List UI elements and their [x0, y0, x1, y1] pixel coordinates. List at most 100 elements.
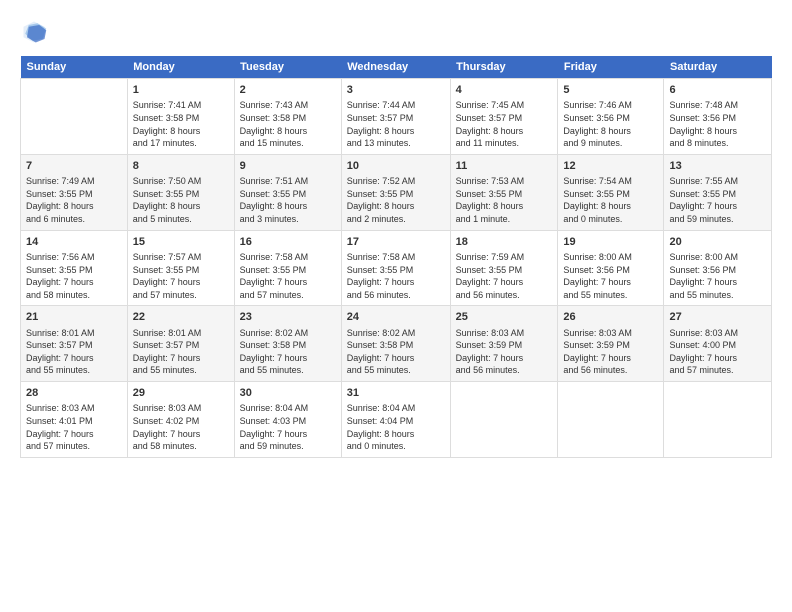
day-number: 3 — [347, 83, 445, 98]
day-number: 24 — [347, 310, 445, 325]
day-info: Sunrise: 8:03 AM Sunset: 3:59 PM Dayligh… — [563, 327, 658, 377]
calendar-row: 1Sunrise: 7:41 AM Sunset: 3:58 PM Daylig… — [21, 79, 772, 155]
calendar-cell: 11Sunrise: 7:53 AM Sunset: 3:55 PM Dayli… — [450, 154, 558, 230]
day-info: Sunrise: 8:02 AM Sunset: 3:58 PM Dayligh… — [240, 327, 336, 377]
calendar-cell: 27 Sunrise: 8:03 AM Sunset: 4:00 PM Dayli… — [664, 306, 772, 382]
day-number: 14 — [26, 235, 122, 250]
day-number: 22 — [133, 310, 229, 325]
calendar-table: SundayMondayTuesdayWednesdayThursdayFrid… — [20, 56, 772, 458]
day-number: 31 — [347, 386, 445, 401]
day-number: 5 — [563, 83, 658, 98]
day-info: Sunrise: 8:00 AM Sunset: 3:56 PM Dayligh… — [669, 251, 766, 301]
day-info: Sunrise: 7:53 AM Sunset: 3:55 PM Dayligh… — [456, 175, 553, 225]
calendar-cell — [450, 382, 558, 458]
calendar-row: 7Sunrise: 7:49 AM Sunset: 3:55 PM Daylig… — [21, 154, 772, 230]
day-info: Sunrise: 7:56 AM Sunset: 3:55 PM Dayligh… — [26, 251, 122, 301]
day-number: 25 — [456, 310, 553, 325]
col-header-wednesday: Wednesday — [341, 56, 450, 79]
calendar-row: 28Sunrise: 8:03 AM Sunset: 4:01 PM Dayli… — [21, 382, 772, 458]
page: SundayMondayTuesdayWednesdayThursdayFrid… — [0, 0, 792, 612]
calendar-cell: 24 Sunrise: 8:02 AM Sunset: 3:58 PM Dayli… — [341, 306, 450, 382]
day-info: Sunrise: 8:04 AM Sunset: 4:03 PM Dayligh… — [240, 402, 336, 452]
calendar-cell: 29Sunrise: 8:03 AM Sunset: 4:02 PM Dayli… — [127, 382, 234, 458]
calendar-cell: 31Sunrise: 8:04 AM Sunset: 4:04 PM Dayli… — [341, 382, 450, 458]
day-info: Sunrise: 7:52 AM Sunset: 3:55 PM Dayligh… — [347, 175, 445, 225]
day-info: Sunrise: 8:03 AM Sunset: 3:59 PM Dayligh… — [456, 327, 553, 377]
calendar-cell: 7Sunrise: 7:49 AM Sunset: 3:55 PM Daylig… — [21, 154, 128, 230]
col-header-sunday: Sunday — [21, 56, 128, 79]
calendar-row: 21 Sunrise: 8:01 AM Sunset: 3:57 PM Dayli… — [21, 306, 772, 382]
calendar-cell: 25 Sunrise: 8:03 AM Sunset: 3:59 PM Dayli… — [450, 306, 558, 382]
calendar-row: 14Sunrise: 7:56 AM Sunset: 3:55 PM Dayli… — [21, 230, 772, 306]
col-header-tuesday: Tuesday — [234, 56, 341, 79]
day-number: 11 — [456, 159, 553, 174]
day-info: Sunrise: 7:48 AM Sunset: 3:56 PM Dayligh… — [669, 99, 766, 149]
day-number: 21 — [26, 310, 122, 325]
calendar-cell: 12Sunrise: 7:54 AM Sunset: 3:55 PM Dayli… — [558, 154, 664, 230]
calendar-cell: 19Sunrise: 8:00 AM Sunset: 3:56 PM Dayli… — [558, 230, 664, 306]
day-info: Sunrise: 7:59 AM Sunset: 3:55 PM Dayligh… — [456, 251, 553, 301]
calendar-cell: 10Sunrise: 7:52 AM Sunset: 3:55 PM Dayli… — [341, 154, 450, 230]
calendar-cell — [558, 382, 664, 458]
calendar-cell — [664, 382, 772, 458]
day-info: Sunrise: 8:03 AM Sunset: 4:00 PM Dayligh… — [669, 327, 766, 377]
day-info: Sunrise: 7:43 AM Sunset: 3:58 PM Dayligh… — [240, 99, 336, 149]
calendar-cell: 18Sunrise: 7:59 AM Sunset: 3:55 PM Dayli… — [450, 230, 558, 306]
day-number: 7 — [26, 159, 122, 174]
day-number: 8 — [133, 159, 229, 174]
day-info: Sunrise: 7:54 AM Sunset: 3:55 PM Dayligh… — [563, 175, 658, 225]
day-info: Sunrise: 8:03 AM Sunset: 4:01 PM Dayligh… — [26, 402, 122, 452]
day-number: 4 — [456, 83, 553, 98]
day-number: 13 — [669, 159, 766, 174]
calendar-cell: 26 Sunrise: 8:03 AM Sunset: 3:59 PM Dayli… — [558, 306, 664, 382]
calendar-cell: 28Sunrise: 8:03 AM Sunset: 4:01 PM Dayli… — [21, 382, 128, 458]
day-info: Sunrise: 7:41 AM Sunset: 3:58 PM Dayligh… — [133, 99, 229, 149]
col-header-thursday: Thursday — [450, 56, 558, 79]
day-info: Sunrise: 8:00 AM Sunset: 3:56 PM Dayligh… — [563, 251, 658, 301]
day-info: Sunrise: 7:46 AM Sunset: 3:56 PM Dayligh… — [563, 99, 658, 149]
day-info: Sunrise: 7:49 AM Sunset: 3:55 PM Dayligh… — [26, 175, 122, 225]
day-info: Sunrise: 8:01 AM Sunset: 3:57 PM Dayligh… — [133, 327, 229, 377]
day-number: 23 — [240, 310, 336, 325]
calendar-cell: 21 Sunrise: 8:01 AM Sunset: 3:57 PM Dayli… — [21, 306, 128, 382]
day-number: 1 — [133, 83, 229, 98]
header — [20, 18, 772, 46]
day-info: Sunrise: 7:57 AM Sunset: 3:55 PM Dayligh… — [133, 251, 229, 301]
day-info: Sunrise: 8:04 AM Sunset: 4:04 PM Dayligh… — [347, 402, 445, 452]
day-number: 28 — [26, 386, 122, 401]
day-number: 9 — [240, 159, 336, 174]
logo — [20, 18, 52, 46]
calendar-cell: 8Sunrise: 7:50 AM Sunset: 3:55 PM Daylig… — [127, 154, 234, 230]
calendar-cell — [21, 79, 128, 155]
calendar-cell: 13Sunrise: 7:55 AM Sunset: 3:55 PM Dayli… — [664, 154, 772, 230]
day-info: Sunrise: 7:44 AM Sunset: 3:57 PM Dayligh… — [347, 99, 445, 149]
calendar-cell: 1Sunrise: 7:41 AM Sunset: 3:58 PM Daylig… — [127, 79, 234, 155]
day-info: Sunrise: 8:02 AM Sunset: 3:58 PM Dayligh… — [347, 327, 445, 377]
day-number: 26 — [563, 310, 658, 325]
calendar-cell: 9Sunrise: 7:51 AM Sunset: 3:55 PM Daylig… — [234, 154, 341, 230]
day-number: 30 — [240, 386, 336, 401]
day-number: 27 — [669, 310, 766, 325]
day-number: 6 — [669, 83, 766, 98]
day-number: 12 — [563, 159, 658, 174]
calendar-cell: 4Sunrise: 7:45 AM Sunset: 3:57 PM Daylig… — [450, 79, 558, 155]
day-info: Sunrise: 8:01 AM Sunset: 3:57 PM Dayligh… — [26, 327, 122, 377]
day-number: 10 — [347, 159, 445, 174]
calendar-cell: 22 Sunrise: 8:01 AM Sunset: 3:57 PM Dayli… — [127, 306, 234, 382]
day-info: Sunrise: 7:45 AM Sunset: 3:57 PM Dayligh… — [456, 99, 553, 149]
calendar-cell: 3Sunrise: 7:44 AM Sunset: 3:57 PM Daylig… — [341, 79, 450, 155]
calendar-cell: 5Sunrise: 7:46 AM Sunset: 3:56 PM Daylig… — [558, 79, 664, 155]
header-row: SundayMondayTuesdayWednesdayThursdayFrid… — [21, 56, 772, 79]
day-number: 29 — [133, 386, 229, 401]
calendar-cell: 14Sunrise: 7:56 AM Sunset: 3:55 PM Dayli… — [21, 230, 128, 306]
day-number: 15 — [133, 235, 229, 250]
day-info: Sunrise: 7:50 AM Sunset: 3:55 PM Dayligh… — [133, 175, 229, 225]
col-header-saturday: Saturday — [664, 56, 772, 79]
day-number: 18 — [456, 235, 553, 250]
calendar-cell: 6Sunrise: 7:48 AM Sunset: 3:56 PM Daylig… — [664, 79, 772, 155]
calendar-cell: 16Sunrise: 7:58 AM Sunset: 3:55 PM Dayli… — [234, 230, 341, 306]
col-header-monday: Monday — [127, 56, 234, 79]
calendar-cell: 30Sunrise: 8:04 AM Sunset: 4:03 PM Dayli… — [234, 382, 341, 458]
day-info: Sunrise: 7:58 AM Sunset: 3:55 PM Dayligh… — [347, 251, 445, 301]
day-number: 16 — [240, 235, 336, 250]
